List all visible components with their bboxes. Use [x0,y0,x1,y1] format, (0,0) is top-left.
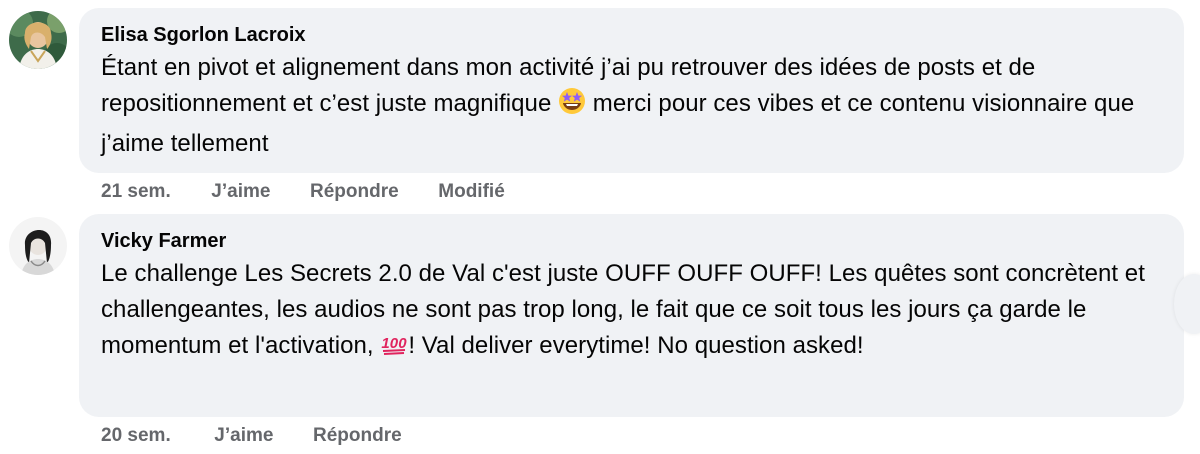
comment-author[interactable]: Elisa Sgorlon Lacroix [101,23,1162,47]
comments-section: Elisa Sgorlon Lacroix Étant en pivot et … [0,0,1200,454]
comment-bubble: Elisa Sgorlon Lacroix Étant en pivot et … [79,8,1184,173]
avatar-photo [9,11,67,69]
comment-actions: 21 sem. J’aime Répondre Modifié [101,180,505,204]
like-button[interactable]: J’aime [214,424,273,448]
like-button[interactable]: J’aime [211,180,270,204]
comment-text-part: ! Val deliver everytime! No question ask… [408,332,864,359]
comment-text: Étant en pivot et alignement dans mon ac… [101,50,1162,162]
star-struck-emoji [558,87,586,126]
comment-actions: 20 sem. J’aime Répondre [101,424,402,448]
avatar-photo [9,217,67,275]
edited-label[interactable]: Modifié [438,180,505,204]
avatar[interactable] [9,217,67,275]
comment-bubble: Vicky Farmer Le challenge Les Secrets 2.… [79,214,1184,417]
comment-time[interactable]: 20 sem. [101,424,171,448]
avatar[interactable] [9,11,67,69]
reply-button[interactable]: Répondre [313,424,402,448]
comment-author[interactable]: Vicky Farmer [101,229,1162,253]
reply-button[interactable]: Répondre [310,180,399,204]
comment-text: Le challenge Les Secrets 2.0 de Val c'es… [101,256,1162,368]
comment-time[interactable]: 21 sem. [101,180,171,204]
hundred-points-emoji: 100 [380,329,408,368]
